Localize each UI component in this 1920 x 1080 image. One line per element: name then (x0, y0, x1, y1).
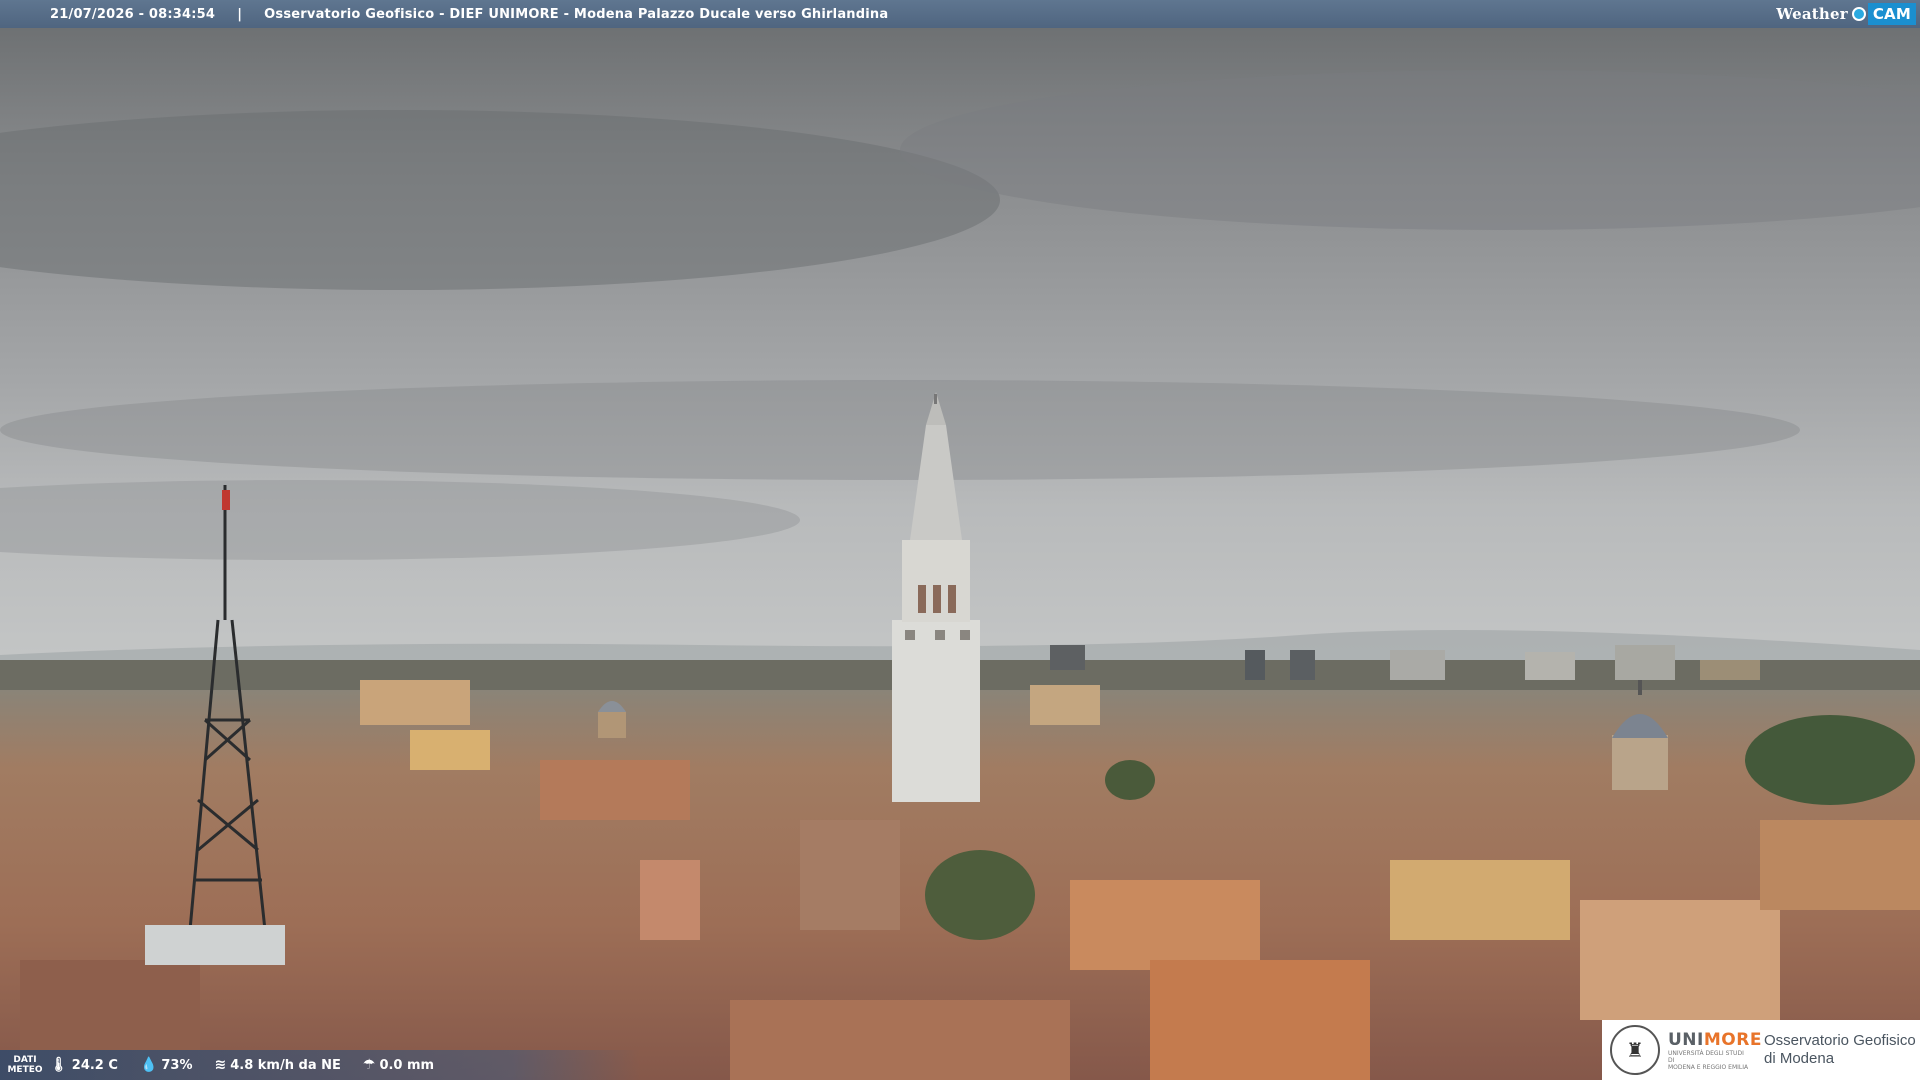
logo-weather-text: Weather (1776, 5, 1848, 23)
uni-prefix: UNI (1668, 1029, 1704, 1050)
webcam-frame: 21/07/2026 - 08:34:54 | Osservatorio Geo… (0, 0, 1920, 1080)
meteo-label-line1: DATI (13, 1055, 37, 1065)
humidity-drop-icon: 💧 (139, 1057, 158, 1073)
temperature-value: 24.2 C (71, 1057, 118, 1073)
uni-sub-line1: UNIVERSITÀ DEGLI STUDI DI (1668, 1049, 1744, 1064)
humidity-reading: 💧 73% (140, 1057, 193, 1073)
uni-suffix: MORE (1703, 1029, 1762, 1050)
thermometer-icon: 🌡 (50, 1057, 68, 1073)
camera-lens-icon (1851, 7, 1866, 21)
observatory-name: Osservatorio Geofisico di Modena (1764, 1032, 1916, 1068)
weathercam-logo: Weather CAM (1776, 0, 1920, 28)
unimore-wordmark: UNIMORE UNIVERSITÀ DEGLI STUDI DI MODENA… (1668, 1029, 1761, 1071)
temperature-reading: 🌡 24.2 C (50, 1057, 118, 1073)
rain-value: 0.0 mm (379, 1057, 435, 1073)
unimore-logo-box: ♜ UNIMORE UNIVERSITÀ DEGLI STUDI DI MODE… (1602, 1020, 1920, 1080)
timestamp: 21/07/2026 - 08:34:54 (50, 6, 216, 22)
wind-icon: ≋ (214, 1057, 227, 1073)
wind-value: 4.8 km/h da NE (230, 1057, 341, 1073)
rain-reading: ☂ 0.0 mm (363, 1057, 434, 1073)
university-seal-icon: ♜ (1610, 1025, 1660, 1075)
header-bar: 21/07/2026 - 08:34:54 | Osservatorio Geo… (0, 0, 1920, 28)
meteo-label-line2: METEO (7, 1065, 43, 1075)
separator: | (237, 6, 243, 22)
observatory-line1: Osservatorio Geofisico (1764, 1032, 1916, 1049)
meteo-label: DATI METEO (0, 1055, 50, 1075)
observatory-line2: di Modena (1764, 1050, 1835, 1067)
logo-cam-text: CAM (1867, 3, 1916, 25)
humidity-value: 73% (161, 1057, 193, 1073)
city-skyline-photo (0, 28, 1920, 1080)
rain-icon: ☂ (362, 1057, 376, 1073)
wind-reading: ≋ 4.8 km/h da NE (215, 1057, 341, 1073)
camera-title: Osservatorio Geofisico - DIEF UNIMORE - … (264, 6, 889, 22)
weather-data-bar: DATI METEO 🌡 24.2 C 💧 73% ≋ 4.8 km/h da … (0, 1050, 640, 1080)
unimore-name: UNIMORE (1668, 1029, 1761, 1050)
uni-sub-line2: MODENA E REGGIO EMILIA (1668, 1063, 1749, 1071)
